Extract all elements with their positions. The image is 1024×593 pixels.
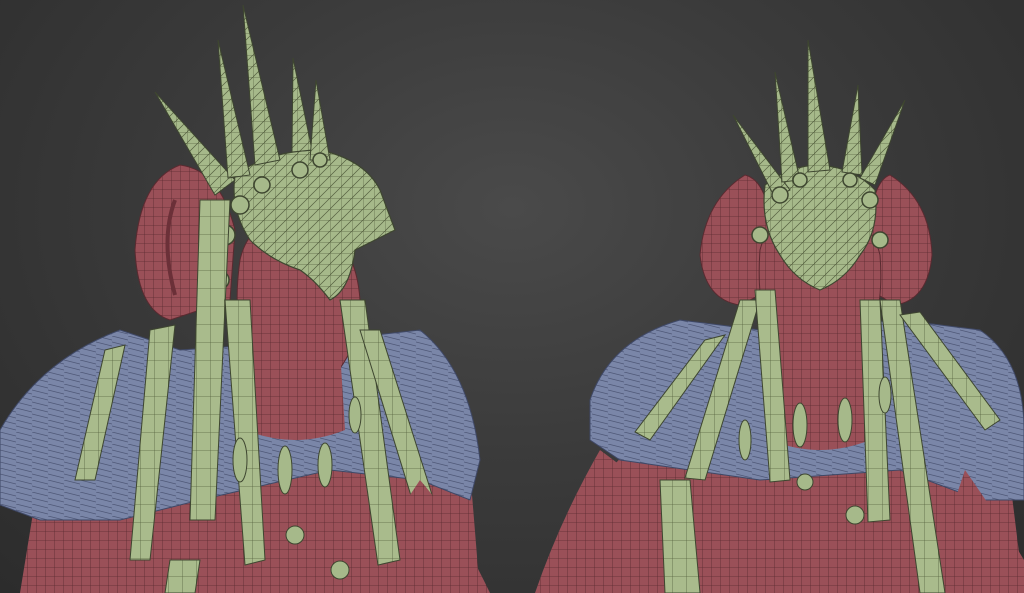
model-left [0,4,490,593]
left-spike-4 [291,57,313,153]
left-spike-2 [217,39,251,179]
right-spike-4 [841,84,863,176]
3d-viewport[interactable] [0,0,1024,593]
right-spike-3 [807,39,831,173]
left-spike-5 [309,79,331,161]
model-right [535,39,1024,593]
scene-render [0,4,1024,593]
left-spike-3 [242,4,281,166]
right-spike-2 [774,71,801,183]
right-spike-5 [859,99,906,186]
